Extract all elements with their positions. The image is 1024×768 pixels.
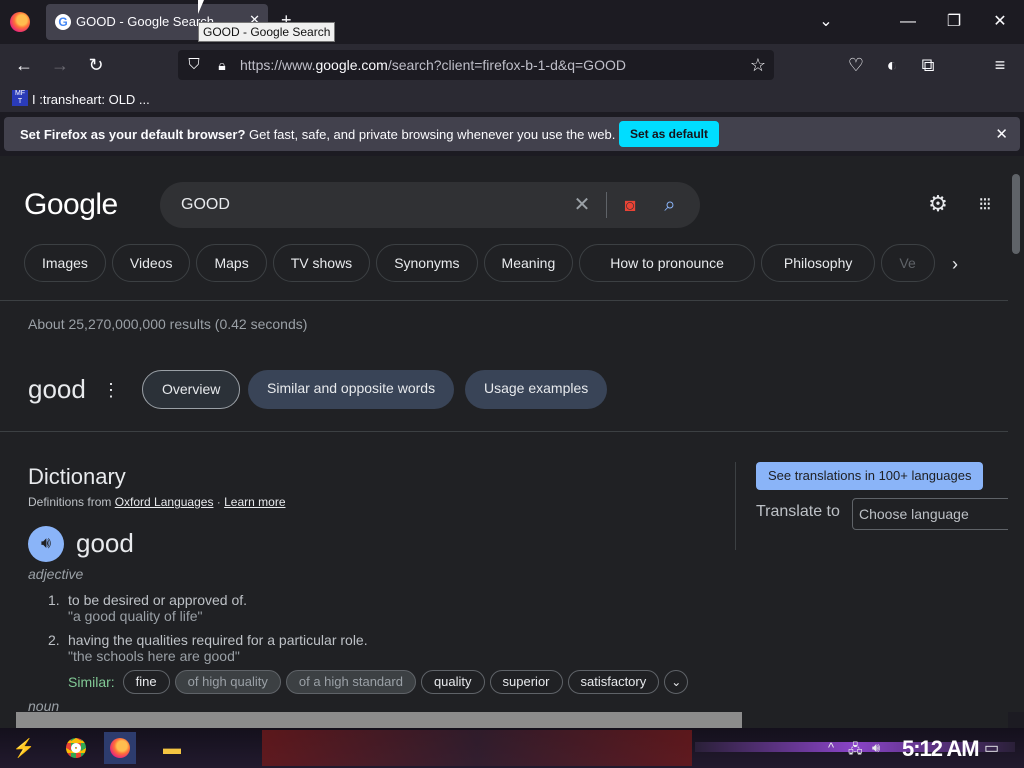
reload-icon[interactable]: ↻: [84, 53, 108, 77]
tracking-protection-icon[interactable]: ⛉: [182, 53, 206, 77]
google-results-page: Google GOOD ✕ ◙ ⌕ ⚙ ⁝⁝⁝ Images Videos Maps…: [0, 156, 1008, 712]
settings-gear-icon[interactable]: ⚙: [926, 192, 950, 216]
header-divider: [0, 300, 1008, 301]
chips-next-icon[interactable]: ›: [952, 254, 958, 275]
network-icon[interactable]: 🖧︎: [848, 740, 863, 762]
search-divider: [606, 192, 607, 218]
firefox-view-icon[interactable]: [10, 12, 30, 32]
mouse-cursor-icon: [198, 0, 210, 14]
translate-label: Translate to: [756, 503, 840, 520]
expand-similar-icon[interactable]: ⌄: [664, 670, 689, 694]
set-as-default-button[interactable]: Set as default: [619, 121, 719, 147]
tab-usage-examples[interactable]: Usage examples: [465, 370, 608, 409]
maximize-icon[interactable]: ❐: [942, 10, 966, 34]
taskbar-clock[interactable]: 5:12 AM: [902, 736, 980, 762]
similar-chip[interactable]: fine: [122, 670, 170, 694]
clear-search-icon[interactable]: ✕: [570, 193, 594, 217]
google-favicon-icon: G: [55, 14, 71, 30]
chip-meaning[interactable]: Meaning: [483, 244, 574, 282]
translate-separator: [735, 462, 736, 550]
see-translations-banner[interactable]: See translations in 100+ languages: [756, 462, 984, 490]
back-icon[interactable]: ←: [12, 53, 36, 77]
google-lens-icon[interactable]: ◙: [618, 193, 642, 217]
oxford-languages-link[interactable]: Oxford Languages: [115, 495, 214, 509]
start-button-icon[interactable]: ⚡: [8, 732, 40, 764]
similar-label: Similar:: [68, 674, 115, 690]
definition-example: "a good quality of life": [68, 608, 203, 624]
chip-videos[interactable]: Videos: [111, 244, 191, 282]
minimize-icon[interactable]: —: [896, 10, 920, 34]
chip-images[interactable]: Images: [24, 244, 106, 282]
list-all-tabs-icon[interactable]: ⌄: [814, 10, 838, 34]
taskbar-decoration: [262, 730, 692, 766]
search-icon[interactable]: ⌕: [658, 193, 682, 217]
chip-philosophy[interactable]: Philosophy: [760, 244, 876, 282]
learn-more-link[interactable]: Learn more: [224, 495, 285, 509]
pocket-icon[interactable]: ♡: [844, 53, 868, 77]
tab-bar: G GOOD - Google Search ✕ + ⌄ — ❐ ✕: [0, 0, 1024, 44]
tabs-divider: [0, 431, 1008, 432]
tray-expand-icon[interactable]: ^: [828, 740, 834, 755]
definition-item: 1. to be desired or approved of. "a good …: [48, 592, 248, 624]
notifications-icon[interactable]: ▭: [984, 738, 999, 758]
bookmark-item[interactable]: I :transheart: OLD ...: [32, 92, 150, 107]
next-part-of-speech: noun: [28, 698, 60, 712]
definition-item: 2. having the qualities required for a pa…: [48, 632, 368, 664]
similar-chip[interactable]: quality: [420, 670, 485, 694]
bookmark-favicon-icon: MF T: [12, 90, 28, 106]
chip-how-to-pronounce[interactable]: How to pronounce: [579, 244, 755, 282]
tab-tooltip: GOOD - Google Search: [198, 22, 336, 42]
dictionary-title: Dictionary: [28, 464, 126, 489]
results-count: About 25,270,000,000 results (0.42 secon…: [28, 316, 308, 332]
similar-chip[interactable]: satisfactory: [567, 670, 660, 694]
tab-similar-opposite[interactable]: Similar and opposite words: [248, 370, 455, 409]
vertical-scroll-thumb[interactable]: [1012, 174, 1020, 254]
url-bar[interactable]: ⛉ 🔒︎ https://www.google.com/search?clien…: [178, 50, 774, 80]
similar-chip[interactable]: superior: [489, 670, 563, 694]
vertical-scrollbar[interactable]: [1008, 156, 1024, 712]
chip-maps[interactable]: Maps: [196, 244, 267, 282]
volume-icon[interactable]: 🔊︎: [872, 740, 880, 756]
chip-synonyms[interactable]: Synonyms: [376, 244, 478, 282]
horizontal-scroll-thumb[interactable]: [16, 712, 742, 728]
part-of-speech: adjective: [28, 566, 84, 582]
bookmarks-toolbar: MF T I :transheart: OLD ...: [0, 86, 1024, 112]
similar-words: Similar: fine of high quality of a high sta…: [68, 670, 689, 696]
definitions-source: Definitions from Oxford Languages · Lear…: [28, 495, 286, 509]
bookmark-star-icon[interactable]: ☆: [746, 53, 770, 77]
speaker-icon[interactable]: 🔊︎: [28, 526, 64, 562]
default-browser-notice: Set Firefox as your default browser? Get…: [4, 117, 1020, 151]
similar-chip[interactable]: of a high standard: [285, 670, 416, 694]
similar-chip[interactable]: of high quality: [174, 670, 281, 694]
firefox-taskbar-icon[interactable]: [104, 732, 136, 764]
more-options-icon[interactable]: ⋮: [102, 380, 120, 401]
url-text[interactable]: https://www.google.com/search?client=fir…: [240, 57, 626, 73]
chrome-taskbar-icon[interactable]: [60, 732, 92, 764]
lock-icon[interactable]: 🔒︎: [210, 53, 234, 77]
horizontal-scrollbar[interactable]: [0, 712, 1008, 728]
search-filter-chips: Images Videos Maps TV shows Synonyms Meaning H…: [24, 244, 941, 284]
taskbar: ⚡ ▬ ^ 🖧︎ 🔊︎ 5:12 AM ▭: [0, 728, 1024, 768]
file-explorer-taskbar-icon[interactable]: ▬: [156, 732, 188, 764]
entry-word: good: [76, 528, 134, 558]
search-box[interactable]: GOOD ✕ ◙ ⌕: [160, 182, 700, 228]
close-window-icon[interactable]: ✕: [988, 10, 1012, 34]
notice-text: Set Firefox as your default browser? Get…: [20, 127, 616, 142]
chip-tv-shows[interactable]: TV shows: [272, 244, 371, 282]
choose-language-select[interactable]: Choose language: [852, 498, 1008, 530]
google-apps-icon[interactable]: ⁝⁝⁝: [972, 192, 996, 216]
extension-theme-icon[interactable]: ◐: [880, 53, 904, 77]
notice-close-icon[interactable]: ✕: [995, 125, 1008, 143]
search-input[interactable]: GOOD: [181, 196, 230, 214]
menu-icon[interactable]: ≡: [988, 53, 1012, 77]
definition-example: "the schools here are good": [68, 648, 240, 664]
chip-partial[interactable]: Ve: [881, 244, 936, 282]
forward-icon[interactable]: →: [48, 53, 72, 77]
google-logo[interactable]: Google: [24, 188, 118, 222]
extensions-icon[interactable]: ⧉: [916, 53, 940, 77]
tab-overview[interactable]: Overview: [142, 370, 241, 409]
navigation-bar: ← → ↻ ⛉ 🔒︎ https://www.google.com/search…: [0, 44, 1024, 86]
word-heading: good: [28, 374, 86, 404]
